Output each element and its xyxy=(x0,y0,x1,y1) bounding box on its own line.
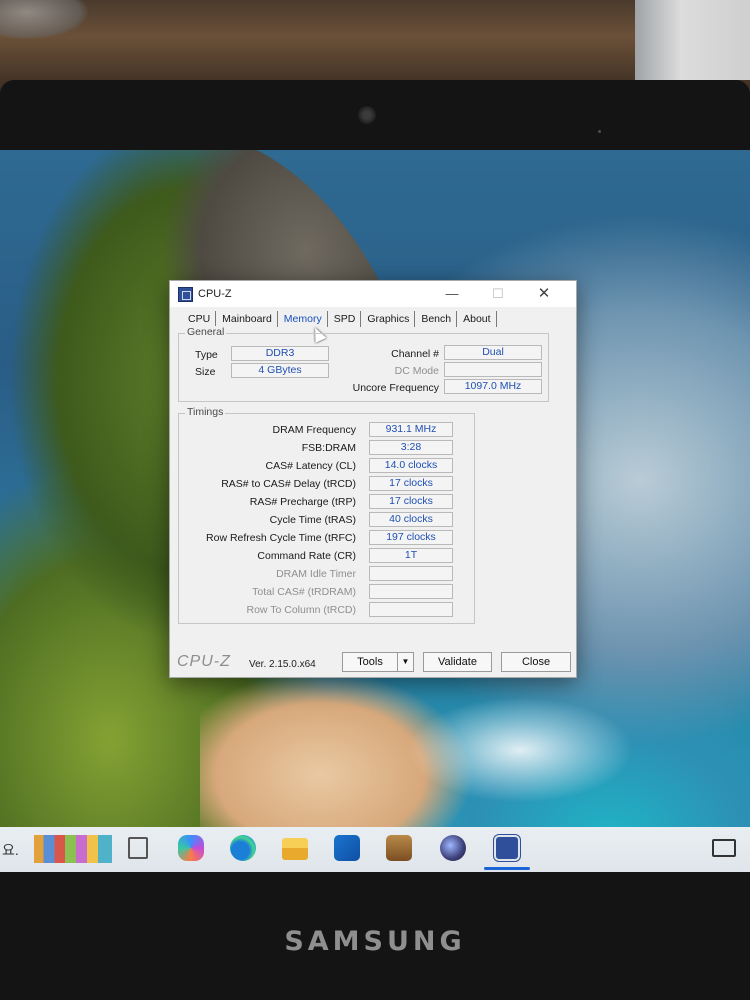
timings-group-label: Timings xyxy=(185,406,226,418)
tray-icon[interactable] xyxy=(712,839,736,857)
timing-value xyxy=(369,584,453,599)
timing-value: 17 clocks xyxy=(369,476,453,491)
timing-label: CAS# Latency (CL) xyxy=(265,460,356,472)
validate-button[interactable]: Validate xyxy=(423,652,492,672)
mic-dot xyxy=(598,130,601,133)
cpuz-window[interactable]: CPU-Z — ☐ ✕ CPU Mainboard Memory SPD Gra… xyxy=(169,280,577,678)
cpuz-logo: CPU-Z xyxy=(177,653,231,670)
maximize-button[interactable]: ☐ xyxy=(480,283,516,305)
timing-label: Row To Column (tRCD) xyxy=(246,604,357,616)
type-value: DDR3 xyxy=(231,346,329,361)
timing-value xyxy=(369,566,453,581)
samsung-logo: SAMSUNG xyxy=(284,926,466,957)
timing-value: 40 clocks xyxy=(369,512,453,527)
timing-label: Cycle Time (tRAS) xyxy=(269,514,356,526)
cable xyxy=(0,0,90,40)
uncore-frequency-value: 1097.0 MHz xyxy=(444,379,542,394)
wall-background xyxy=(0,0,750,92)
timing-value: 197 clocks xyxy=(369,530,453,545)
globe-icon[interactable] xyxy=(440,835,466,861)
timing-value xyxy=(369,602,453,617)
timing-label: Total CAS# (tRDRAM) xyxy=(252,586,356,598)
timings-group: Timings DRAM Frequency 931.1 MHz FSB:DRA… xyxy=(178,406,475,624)
general-group-label: General xyxy=(185,326,227,338)
timing-label: Row Refresh Cycle Time (tRFC) xyxy=(206,532,356,544)
general-group: General Type DDR3 Size 4 GBytes Channel … xyxy=(178,326,549,402)
panel-icon[interactable] xyxy=(128,837,148,859)
cpuz-icon[interactable] xyxy=(493,834,521,862)
tools-dropdown-icon[interactable]: ▼ xyxy=(397,652,414,672)
uncore-frequency-label: Uncore Frequency xyxy=(352,382,439,394)
input-method-indicator[interactable]: 요. xyxy=(2,840,19,860)
window-footer: CPU-Z Ver. 2.15.0.x64 Tools ▼ Validate C… xyxy=(170,649,576,677)
winrar-icon[interactable] xyxy=(386,835,412,861)
title-bar[interactable]: CPU-Z — ☐ ✕ xyxy=(170,281,576,307)
timing-label: DRAM Frequency xyxy=(272,424,356,436)
timing-label: FSB:DRAM xyxy=(301,442,356,454)
active-app-indicator xyxy=(484,867,530,870)
tab-bench[interactable]: Bench xyxy=(415,311,458,327)
channel-value: Dual xyxy=(444,345,542,360)
channel-label: Channel # xyxy=(391,348,439,360)
window-title: CPU-Z xyxy=(198,288,232,300)
window-light xyxy=(635,0,750,80)
timing-label: Command Rate (CR) xyxy=(257,550,356,562)
wallpaper-surf xyxy=(390,670,680,820)
webcam xyxy=(358,106,376,124)
cpuz-app-icon xyxy=(178,287,193,302)
tools-button[interactable]: Tools xyxy=(342,652,398,672)
minimize-button[interactable]: — xyxy=(434,283,470,305)
tab-about[interactable]: About xyxy=(457,311,497,327)
size-value: 4 GBytes xyxy=(231,363,329,378)
folder-icon[interactable] xyxy=(282,838,308,860)
close-window-button[interactable]: ✕ xyxy=(526,283,562,305)
copilot-icon[interactable] xyxy=(178,835,204,861)
outlook-icon[interactable] xyxy=(334,835,360,861)
books-icon[interactable] xyxy=(34,835,112,863)
close-button[interactable]: Close xyxy=(501,652,571,672)
tab-spd[interactable]: SPD xyxy=(328,311,362,327)
size-label: Size xyxy=(195,366,216,378)
timing-label: DRAM Idle Timer xyxy=(276,568,356,580)
tab-cpu[interactable]: CPU xyxy=(182,311,217,327)
timing-label: RAS# to CAS# Delay (tRCD) xyxy=(221,478,356,490)
tab-bar: CPU Mainboard Memory SPD Graphics Bench … xyxy=(182,311,497,329)
type-label: Type xyxy=(195,349,218,361)
dc-mode-value xyxy=(444,362,542,377)
version-label: Ver. 2.15.0.x64 xyxy=(249,659,316,670)
tab-mainboard[interactable]: Mainboard xyxy=(216,311,278,327)
edge-icon[interactable] xyxy=(230,835,256,861)
timing-value: 1T xyxy=(369,548,453,563)
tab-graphics[interactable]: Graphics xyxy=(361,311,416,327)
timing-value: 931.1 MHz xyxy=(369,422,453,437)
timing-label: RAS# Precharge (tRP) xyxy=(249,496,356,508)
timing-value: 17 clocks xyxy=(369,494,453,509)
timing-value: 14.0 clocks xyxy=(369,458,453,473)
dc-mode-label: DC Mode xyxy=(394,365,439,377)
taskbar: 요. xyxy=(0,827,750,872)
timing-value: 3:28 xyxy=(369,440,453,455)
